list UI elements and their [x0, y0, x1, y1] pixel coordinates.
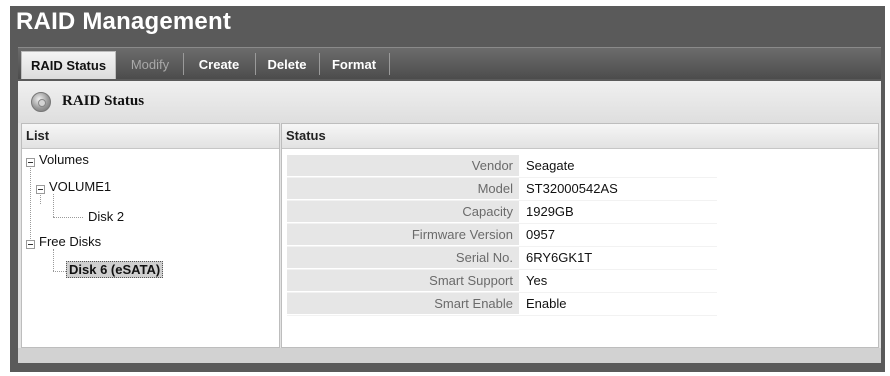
app-title: RAID Management [16, 8, 232, 35]
tree-connector [30, 162, 31, 245]
device-tree: Volumes VOLUME1 Disk 2 Free Disks Disk 6… [22, 148, 279, 347]
status-header: Status [282, 124, 878, 149]
tree-node-volumes[interactable]: Volumes [39, 152, 89, 167]
detail-value: 6RY6GK1T [526, 250, 593, 265]
collapse-toggle-free-disks[interactable] [26, 240, 35, 249]
detail-value: 0957 [526, 227, 555, 242]
tab-separator [183, 53, 184, 75]
detail-label: Firmware Version [287, 224, 519, 245]
tab-format[interactable]: Format [321, 51, 387, 79]
detail-value: Seagate [526, 158, 575, 173]
detail-value: ST32000542AS [526, 181, 618, 196]
detail-value: Enable [526, 296, 567, 311]
tree-connector [53, 249, 54, 271]
detail-row-firmware-version: Firmware Version 0957 [287, 224, 717, 247]
panel-title: RAID Status [62, 93, 145, 109]
tab-create[interactable]: Create [185, 51, 253, 79]
detail-label: Serial No. [287, 247, 519, 268]
detail-row-smart-support: Smart Support Yes [287, 270, 717, 293]
collapse-toggle-volumes[interactable] [26, 158, 35, 167]
detail-value: Yes [526, 273, 548, 288]
tree-node-disk-2[interactable]: Disk 2 [88, 209, 124, 224]
tab-separator [389, 53, 390, 75]
detail-label: Smart Support [287, 270, 519, 291]
tab-separator [319, 53, 320, 75]
detail-row-serial-no: Serial No. 6RY6GK1T [287, 247, 717, 270]
panel-header: RAID Status [18, 81, 881, 123]
tree-connector [53, 217, 83, 218]
tab-modify[interactable]: Modify [119, 51, 181, 79]
detail-row-capacity: Capacity 1929GB [287, 201, 717, 224]
main-panel: RAID Status List Volumes VOLUME1 Disk 2 … [18, 81, 881, 363]
tab-separator [255, 53, 256, 75]
tree-connector [53, 271, 66, 272]
detail-label: Capacity [287, 201, 519, 222]
tree-node-disk-6-esata[interactable]: Disk 6 (eSATA) [66, 261, 164, 278]
disk-details-table: Vendor Seagate Model ST32000542AS Capaci… [287, 155, 717, 316]
status-pane: Status Vendor Seagate Model ST32000542AS… [281, 123, 879, 348]
tab-raid-status[interactable]: RAID Status [21, 51, 116, 79]
detail-label: Vendor [287, 155, 519, 176]
list-header: List [22, 124, 279, 149]
collapse-toggle-volume1[interactable] [36, 185, 45, 194]
list-pane: List Volumes VOLUME1 Disk 2 Free Disks D… [21, 123, 280, 348]
tree-connector [53, 194, 54, 217]
disk-icon [31, 92, 51, 112]
tab-bar: RAID Status Modify Create Delete Format [18, 47, 881, 79]
tree-node-free-disks[interactable]: Free Disks [39, 234, 101, 249]
detail-row-model: Model ST32000542AS [287, 178, 717, 201]
tree-node-volume1[interactable]: VOLUME1 [49, 179, 111, 194]
detail-label: Model [287, 178, 519, 199]
status-footer-bar [18, 348, 881, 363]
detail-row-vendor: Vendor Seagate [287, 155, 717, 178]
tab-delete[interactable]: Delete [257, 51, 317, 79]
detail-value: 1929GB [526, 204, 574, 219]
detail-row-smart-enable: Smart Enable Enable [287, 293, 717, 316]
detail-label: Smart Enable [287, 293, 519, 314]
